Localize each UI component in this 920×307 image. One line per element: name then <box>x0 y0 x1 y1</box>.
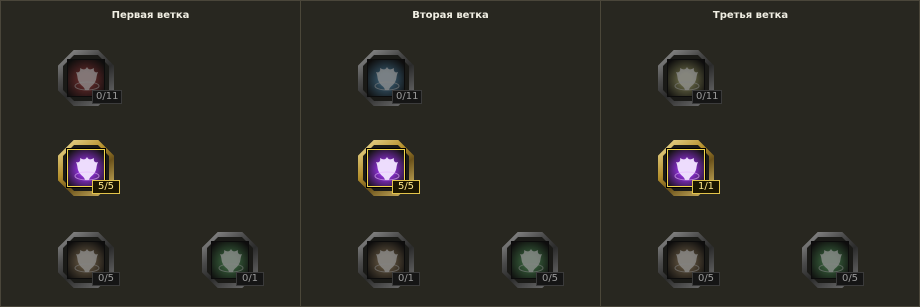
skill-node[interactable]: 0/11 <box>358 50 428 110</box>
branch-title: Первая ветка <box>111 10 190 21</box>
skill-node[interactable]: 0/1 <box>358 232 428 292</box>
skill-points-counter: 5/5 <box>92 180 120 194</box>
skill-points-counter: 1/1 <box>692 180 720 194</box>
skill-points-counter: 0/5 <box>692 272 720 286</box>
skill-points-counter: 0/5 <box>92 272 120 286</box>
skill-node[interactable]: 0/11 <box>58 50 128 110</box>
branch-panel-2: Вторая ветка 0/11 5/5 0/1 0/5 <box>301 1 600 306</box>
skill-points-counter: 0/11 <box>392 90 423 104</box>
skill-points-counter: 0/1 <box>392 272 420 286</box>
branch-panel-1: Первая ветка 0/11 5/5 0/5 0/1 <box>1 1 300 306</box>
skill-node[interactable]: 0/5 <box>802 232 872 292</box>
skill-points-counter: 5/5 <box>392 180 420 194</box>
branch-title: Третья ветка <box>712 10 789 21</box>
skill-points-counter: 0/1 <box>236 272 264 286</box>
skill-points-counter: 0/5 <box>836 272 864 286</box>
branch-title: Вторая ветка <box>412 10 489 21</box>
skill-node[interactable]: 0/5 <box>58 232 128 292</box>
skill-points-counter: 0/11 <box>92 90 123 104</box>
skill-node[interactable]: 0/5 <box>502 232 572 292</box>
skill-node[interactable]: 0/11 <box>658 50 728 110</box>
branch-panel-3: Третья ветка 0/11 1/1 0/5 0/5 <box>601 1 919 306</box>
skill-node[interactable]: 1/1 <box>658 140 728 200</box>
skill-points-counter: 0/5 <box>536 272 564 286</box>
skill-node[interactable]: 5/5 <box>58 140 128 200</box>
skill-node[interactable]: 5/5 <box>358 140 428 200</box>
skill-points-counter: 0/11 <box>692 90 723 104</box>
talent-tree-window: Первая ветка 0/11 5/5 0/5 0/1 Вторая вет… <box>0 0 920 307</box>
skill-node[interactable]: 0/1 <box>202 232 272 292</box>
skill-node[interactable]: 0/5 <box>658 232 728 292</box>
